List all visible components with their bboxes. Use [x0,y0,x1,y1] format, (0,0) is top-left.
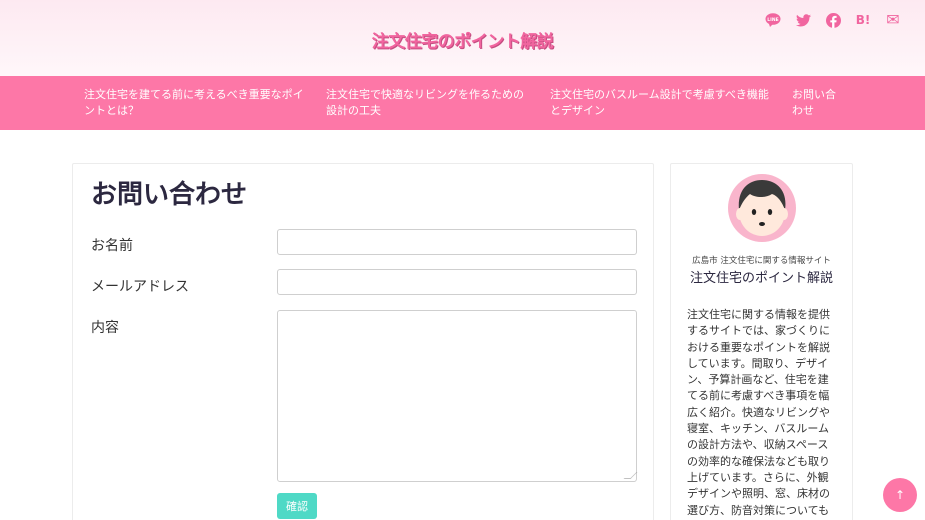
name-label: お名前 [91,238,133,254]
site-title[interactable]: 注文住宅のポイント解説 [0,27,925,52]
name-field[interactable] [277,229,637,255]
scroll-to-top-button[interactable]: ↑ [883,478,917,512]
sidebar-description: 注文住宅に関する情報を提供するサイトでは、家づくりにおける重要なポイントを解説し… [687,308,830,517]
nav-item-bathroom-design[interactable]: 注文住宅のバスルーム設計で考慮すべき機能とデザイン [550,87,772,119]
hatena-bookmark-icon[interactable]: B! [855,12,871,28]
mail-icon[interactable]: ✉ [885,12,901,28]
page-title: お問い合わせ [91,180,248,210]
social-share-bar: LINE B! ✉ [765,12,901,28]
line-icon[interactable]: LINE [765,12,781,28]
email-label: メールアドレス [91,279,189,295]
sidebar-subtitle: 広島市 注文住宅に関する情報サイト [692,256,831,266]
resize-grip-icon[interactable] [623,472,638,479]
nav-item-before-building[interactable]: 注文住宅を建てる前に考えるべき重要なポイントとは？ [84,87,306,119]
avatar [726,172,798,244]
content-label: 内容 [91,320,119,336]
contact-form-card: お問い合わせ お名前 メールアドレス 内容 確認 [72,163,654,520]
nav-item-living-design[interactable]: 注文住宅で快適なリビングを作るための設計の工夫 [326,87,526,119]
content-textarea[interactable] [277,310,638,482]
sidebar-profile: 広島市 注文住宅に関する情報サイト 注文住宅のポイント解説 注文住宅に関する情報… [670,163,853,520]
facebook-icon[interactable] [825,12,841,28]
site-header: 注文住宅のポイント解説 LINE B! ✉ [0,0,925,76]
email-field[interactable] [277,269,637,295]
confirm-button[interactable]: 確認 [277,493,317,519]
sidebar-title: 注文住宅のポイント解説 [689,271,833,286]
arrow-up-icon: ↑ [894,488,906,502]
global-nav: 注文住宅を建てる前に考えるべき重要なポイントとは？ 注文住宅で快適なリビングを作… [0,76,925,130]
svg-text:LINE: LINE [767,17,778,23]
twitter-icon[interactable] [795,12,811,28]
nav-item-contact[interactable]: お問い合わせ [792,87,840,119]
